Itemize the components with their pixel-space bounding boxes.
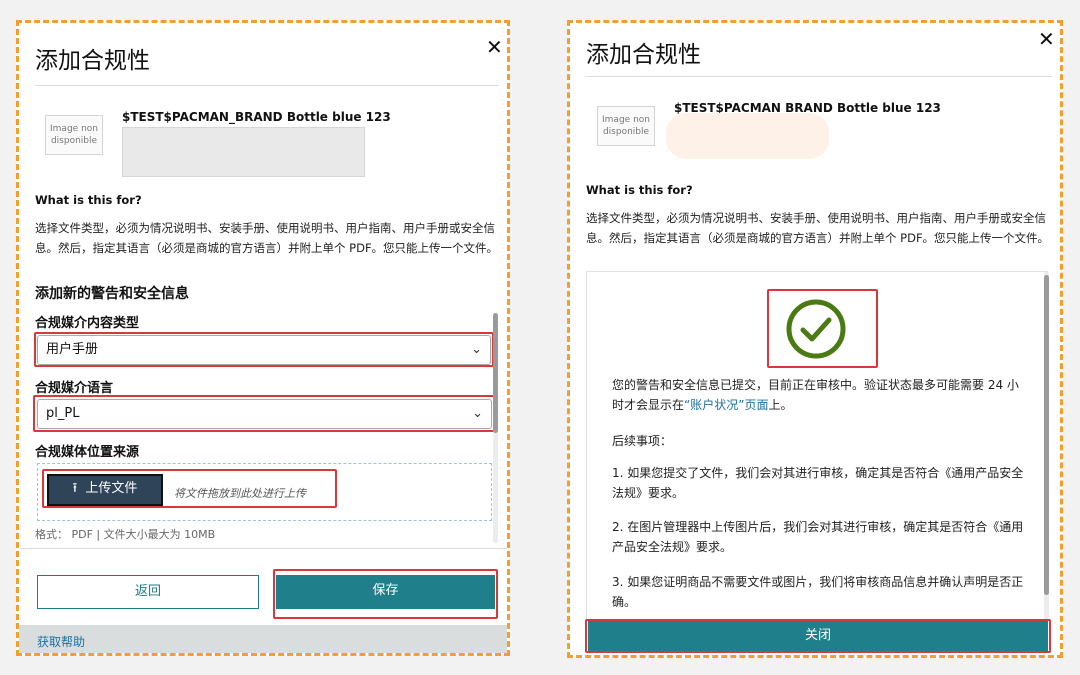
- product-details-placeholder: [666, 113, 829, 159]
- next-step-1: 1. 如果您提交了文件，我们会对其进行审核，确定其是否符合《通用产品安全法规》要…: [612, 466, 1024, 500]
- scrollbar-thumb[interactable]: [1044, 275, 1049, 595]
- dialog-title: 添加合规性: [586, 42, 701, 68]
- next-step-3: 3. 如果您证明商品不需要文件或图片，我们将审核商品信息并确认声明是否正确。: [612, 575, 1024, 609]
- next-steps-heading: 后续事项：: [612, 434, 673, 448]
- add-compliance-dialog-success: 添加合规性 ✕ Image non disponible $TEST$PACMA…: [567, 20, 1063, 658]
- close-icon[interactable]: ✕: [1038, 27, 1055, 51]
- status-message: 您的警告和安全信息已提交，目前正在审核中。验证状态最多可能需要 24 小时才会显…: [612, 375, 1022, 415]
- account-health-link[interactable]: “账户状况”页面: [684, 398, 768, 412]
- what-is-this-for: What is this for?: [35, 193, 142, 207]
- product-details-placeholder: [122, 127, 365, 177]
- what-is-this-for: What is this for?: [586, 183, 693, 197]
- source-label: 合规媒体位置来源: [35, 445, 140, 460]
- status-message-text: 您的警告和安全信息已提交，目前正在审核中。验证状态最多可能需要 24 小时才会显…: [612, 378, 1019, 412]
- language-label: 合规媒介语言: [35, 381, 114, 396]
- highlight-language: [33, 395, 496, 432]
- form-bottom-divider: [19, 548, 507, 549]
- close-icon[interactable]: ✕: [486, 35, 503, 59]
- back-button[interactable]: 返回: [37, 575, 259, 609]
- dialog-title: 添加合规性: [35, 48, 150, 74]
- highlight-save: [273, 569, 498, 619]
- highlight-close: [585, 619, 1051, 653]
- product-thumbnail: Image non disponible: [597, 106, 655, 146]
- product-name: $TEST$PACMAN_BRAND Bottle blue 123: [122, 110, 391, 124]
- get-help-link[interactable]: 获取帮助: [37, 633, 85, 650]
- next-step-2: 2. 在图片管理器中上传图片后，我们会对其进行审核，确定其是否符合《通用产品安全…: [612, 520, 1024, 554]
- product-thumbnail: Image non disponible: [45, 115, 103, 155]
- highlight-success-icon: [767, 289, 878, 368]
- section-title: 添加新的警告和安全信息: [35, 286, 189, 302]
- header-divider: [586, 76, 1052, 77]
- description-text: 选择文件类型，必须为情况说明书、安装手册、使用说明书、用户指南、用户手册或安全信…: [35, 221, 499, 255]
- highlight-upload: [42, 469, 337, 508]
- format-info: 格式： PDF | 文件大小最大为 10MB: [35, 528, 216, 541]
- add-compliance-dialog-form: 添加合规性 ✕ Image non disponible $TEST$PACMA…: [16, 20, 510, 656]
- highlight-content-type: [34, 332, 494, 367]
- header-divider: [35, 85, 499, 86]
- description-text: 选择文件类型，必须为情况说明书、安装手册、使用说明书、用户指南、用户手册或安全信…: [586, 211, 1050, 245]
- status-message-end: 上。: [768, 398, 793, 412]
- content-type-label: 合规媒介内容类型: [35, 316, 140, 331]
- scrollbar-thumb[interactable]: [493, 313, 498, 433]
- help-footer: 获取帮助: [19, 625, 507, 653]
